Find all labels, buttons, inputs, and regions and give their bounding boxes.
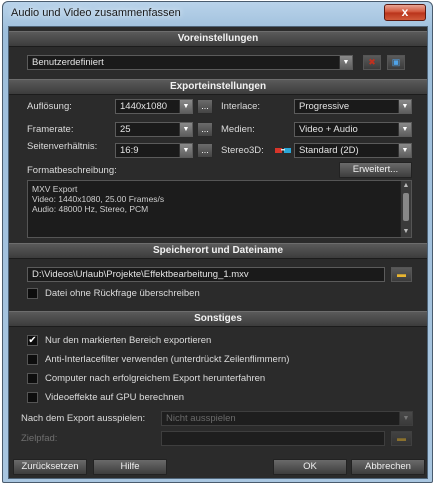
aspect-select[interactable]: 16:9 ▼ [115, 143, 193, 158]
media-value: Video + Audio [299, 124, 358, 135]
media-label: Medien: [221, 124, 255, 135]
close-button[interactable]: x [384, 4, 426, 21]
file-path-value: D:\Videos\Urlaub\Projekte\Effektbearbeit… [32, 269, 249, 280]
save-preset-button[interactable]: ▣ [387, 55, 405, 70]
aspect-value: 16:9 [120, 145, 139, 156]
advanced-button[interactable]: Erweitert... [339, 162, 412, 178]
format-line: Video: 1440x1080, 25.00 Frames/s [32, 194, 165, 204]
media-select[interactable]: Video + Audio ▼ [294, 122, 412, 137]
window-title: Audio und Video zusammenfassen [11, 7, 181, 19]
stereo3d-select[interactable]: Standard (2D) ▼ [294, 143, 412, 158]
browse-folder-button[interactable]: ▬ [391, 267, 412, 282]
ok-button[interactable]: OK [273, 459, 347, 475]
titlebar[interactable]: Audio und Video zusammenfassen x [3, 2, 432, 26]
after-export-label: Nach dem Export ausspielen: [21, 413, 146, 424]
interlace-value: Progressive [299, 101, 350, 112]
framerate-value: 25 [120, 124, 131, 135]
aspect-label: Seitenverhältnis: [27, 141, 98, 152]
chevron-down-icon: ▼ [179, 100, 192, 113]
scrollbar[interactable]: ▲ ▼ [400, 181, 411, 237]
help-button[interactable]: Hilfe [93, 459, 167, 475]
stereo3d-label: Stereo3D: [221, 145, 264, 156]
aspect-more-button[interactable]: ... [197, 143, 213, 158]
format-description-label: Formatbeschreibung: [27, 165, 117, 176]
section-presets: Voreinstellungen [9, 31, 427, 47]
after-export-value: Nicht ausspielen [166, 413, 236, 424]
target-browse-button[interactable]: ▬ [391, 431, 412, 446]
chevron-down-icon: ▼ [179, 123, 192, 136]
section-location: Speicherort und Dateiname [9, 243, 427, 259]
framerate-label: Framerate: [27, 124, 74, 135]
reset-button[interactable]: Zurücksetzen [13, 459, 87, 475]
resolution-select[interactable]: 1440x1080 ▼ [115, 99, 193, 114]
resolution-value: 1440x1080 [120, 101, 168, 112]
option-label: Videoeffekte auf GPU berechnen [45, 392, 185, 403]
framerate-select[interactable]: 25 ▼ [115, 122, 193, 137]
chevron-down-icon: ▼ [399, 412, 412, 425]
option-checkbox-gpu[interactable] [27, 392, 38, 403]
interlace-label: Interlace: [221, 101, 261, 112]
stereo3d-value: Standard (2D) [299, 145, 359, 156]
option-checkbox-shutdown[interactable] [27, 373, 38, 384]
file-path-field[interactable]: D:\Videos\Urlaub\Projekte\Effektbearbeit… [27, 267, 385, 282]
overwrite-checkbox[interactable] [27, 288, 38, 299]
chevron-down-icon: ▼ [398, 123, 411, 136]
format-line: Audio: 48000 Hz, Stereo, PCM [32, 204, 149, 214]
option-label: Nur den markierten Bereich exportieren [45, 335, 212, 346]
format-description-box[interactable]: MXV Export Video: 1440x1080, 25.00 Frame… [27, 180, 412, 238]
dialog-client: Voreinstellungen Benutzerdefiniert ▼ ✖ ▣… [8, 26, 428, 479]
delete-preset-button[interactable]: ✖ [363, 55, 381, 70]
scroll-up-icon[interactable]: ▲ [401, 181, 411, 191]
option-label: Anti-Interlacefilter verwenden (unterdrü… [45, 354, 290, 365]
cancel-button[interactable]: Abbrechen [351, 459, 425, 475]
resolution-more-button[interactable]: ... [197, 99, 213, 114]
section-export: Exporteinstellungen [9, 79, 427, 95]
option-checkbox-selection-only[interactable]: ✔ [27, 335, 38, 346]
chevron-down-icon: ▼ [398, 144, 411, 157]
target-path-field[interactable] [161, 431, 385, 446]
folder-icon: ▬ [397, 433, 406, 443]
section-misc: Sonstiges [9, 311, 427, 327]
scroll-down-icon[interactable]: ▼ [401, 227, 411, 237]
option-label: Computer nach erfolgreichem Export herun… [45, 373, 266, 384]
folder-icon: ▬ [397, 269, 406, 279]
resolution-label: Auflösung: [27, 101, 72, 112]
chevron-down-icon: ▼ [339, 56, 352, 69]
preset-select-value: Benutzerdefiniert [32, 57, 104, 68]
chevron-down-icon: ▼ [398, 100, 411, 113]
option-checkbox-anti-interlace[interactable] [27, 354, 38, 365]
3d-glasses-icon [275, 146, 291, 154]
chevron-down-icon: ▼ [179, 144, 192, 157]
scroll-thumb[interactable] [403, 193, 409, 221]
framerate-more-button[interactable]: ... [197, 122, 213, 137]
save-icon: ▣ [391, 57, 401, 67]
after-export-select[interactable]: Nicht ausspielen ▼ [161, 411, 413, 426]
delete-icon: ✖ [368, 57, 376, 67]
overwrite-label: Datei ohne Rückfrage überschreiben [45, 288, 200, 299]
target-path-label: Zielpfad: [21, 433, 58, 444]
format-line: MXV Export [32, 184, 78, 194]
interlace-select[interactable]: Progressive ▼ [294, 99, 412, 114]
dialog-window: Audio und Video zusammenfassen x Voreins… [2, 1, 433, 483]
preset-select[interactable]: Benutzerdefiniert ▼ [27, 55, 353, 70]
